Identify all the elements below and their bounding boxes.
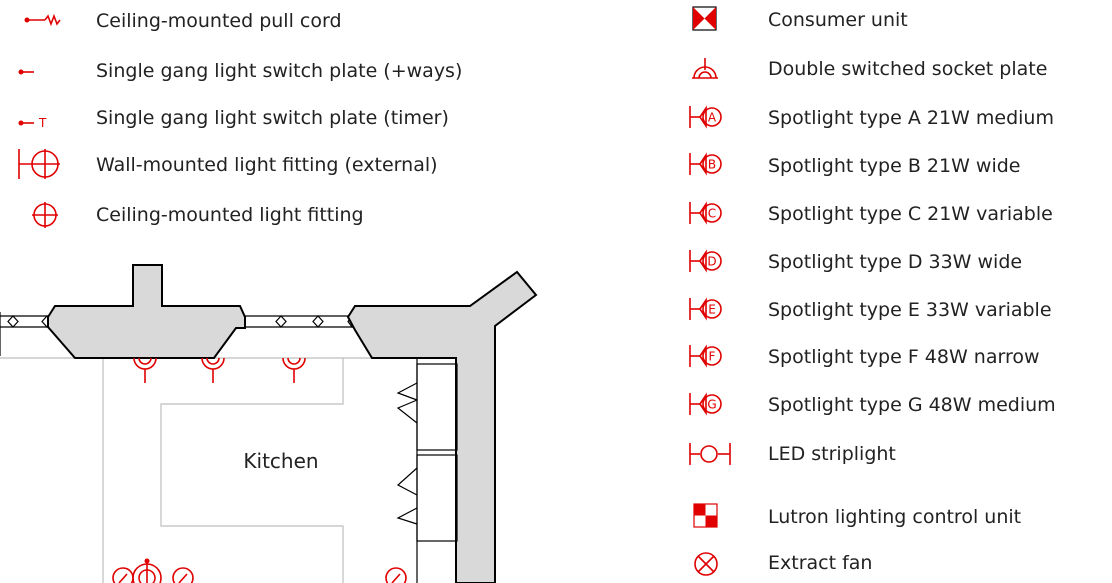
bottom-spotlight-1 xyxy=(112,567,134,583)
spotlight-a-letter: A xyxy=(708,111,717,125)
legend-right-label-6: Spotlight type D 33W wide xyxy=(768,251,1022,273)
consumer-unit-icon xyxy=(692,6,717,31)
worktop-outline xyxy=(0,357,420,583)
spotlight-f-icon: F xyxy=(689,344,722,368)
socket-plate-icon xyxy=(692,58,718,79)
timer-switch-icon: T xyxy=(18,116,47,130)
wall-spotlight-3 xyxy=(282,357,306,383)
spotlight-d-letter: D xyxy=(707,255,716,269)
legend-left-label-4: Wall-mounted light fitting (external) xyxy=(96,154,438,176)
wall-spotlight-1 xyxy=(133,357,157,383)
wall-spotlights xyxy=(133,357,306,383)
spotlight-g-icon: G xyxy=(689,392,722,416)
legend-right-label-10: LED striplight xyxy=(768,443,896,465)
walls xyxy=(47,264,538,583)
spotlight-c-icon: C xyxy=(689,201,722,225)
legend-right: Consumer unit Double switched socket pla… xyxy=(689,6,1056,576)
extract-fan-icon xyxy=(694,552,718,576)
lutron-unit-icon xyxy=(693,503,718,528)
legend-right-label-7: Spotlight type E 33W variable xyxy=(768,299,1052,321)
lighting-plan-diagram: Ceiling-mounted pull cord Single gang li… xyxy=(0,6,1056,583)
bottom-spotlight-2 xyxy=(172,567,194,583)
legend-right-label-2: Double switched socket plate xyxy=(768,58,1047,80)
legend-left-label-3: Single gang light switch plate (timer) xyxy=(96,107,449,129)
spotlight-e-icon: E xyxy=(689,297,722,321)
legend-left-label-2: Single gang light switch plate (+ways) xyxy=(96,60,462,82)
wall-light-icon xyxy=(18,149,60,179)
spotlight-e-letter: E xyxy=(708,303,716,317)
legend-left-label-1: Ceiling-mounted pull cord xyxy=(96,10,342,32)
timer-letter: T xyxy=(38,116,47,130)
legend-right-label-8: Spotlight type F 48W narrow xyxy=(768,346,1040,368)
spotlight-b-letter: B xyxy=(708,158,716,172)
legend-right-label-5: Spotlight type C 21W variable xyxy=(768,203,1053,225)
bottom-fittings xyxy=(112,558,407,583)
floor-plan: Kitchen xyxy=(0,264,538,583)
pull-cord-icon xyxy=(24,13,61,27)
bottom-spotlight-3 xyxy=(385,567,407,583)
legend-right-label-11: Lutron lighting control unit xyxy=(768,506,1021,528)
spotlight-f-letter: F xyxy=(709,350,716,364)
spotlight-g-letter: G xyxy=(707,398,716,412)
room-label-kitchen: Kitchen xyxy=(243,449,318,473)
spotlight-b-icon: B xyxy=(689,152,722,176)
legend-left-label-5: Ceiling-mounted light fitting xyxy=(96,204,364,226)
legend-right-label-12: Extract fan xyxy=(768,552,872,574)
spotlight-a-icon: A xyxy=(689,105,722,129)
spotlight-d-icon: D xyxy=(689,249,722,273)
legend-right-label-1: Consumer unit xyxy=(768,9,908,31)
legend-right-label-4: Spotlight type B 21W wide xyxy=(768,155,1020,177)
legend-right-label-3: Spotlight type A 21W medium xyxy=(768,107,1054,129)
legend-left: Ceiling-mounted pull cord Single gang li… xyxy=(18,10,462,228)
switch-plate-icon xyxy=(18,69,34,75)
led-striplight-icon xyxy=(689,443,731,465)
legend-right-label-9: Spotlight type G 48W medium xyxy=(768,394,1056,416)
wall-spotlight-2 xyxy=(201,357,225,383)
spotlight-c-letter: C xyxy=(708,207,716,221)
ceiling-light-icon xyxy=(32,202,58,228)
base-units xyxy=(396,358,458,583)
